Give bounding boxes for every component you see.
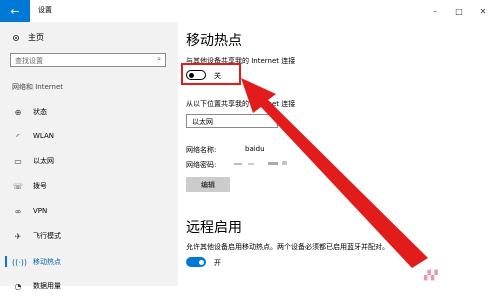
watermark-mark: ▞▞ — [424, 271, 438, 281]
annotation-arrow — [241, 78, 428, 268]
